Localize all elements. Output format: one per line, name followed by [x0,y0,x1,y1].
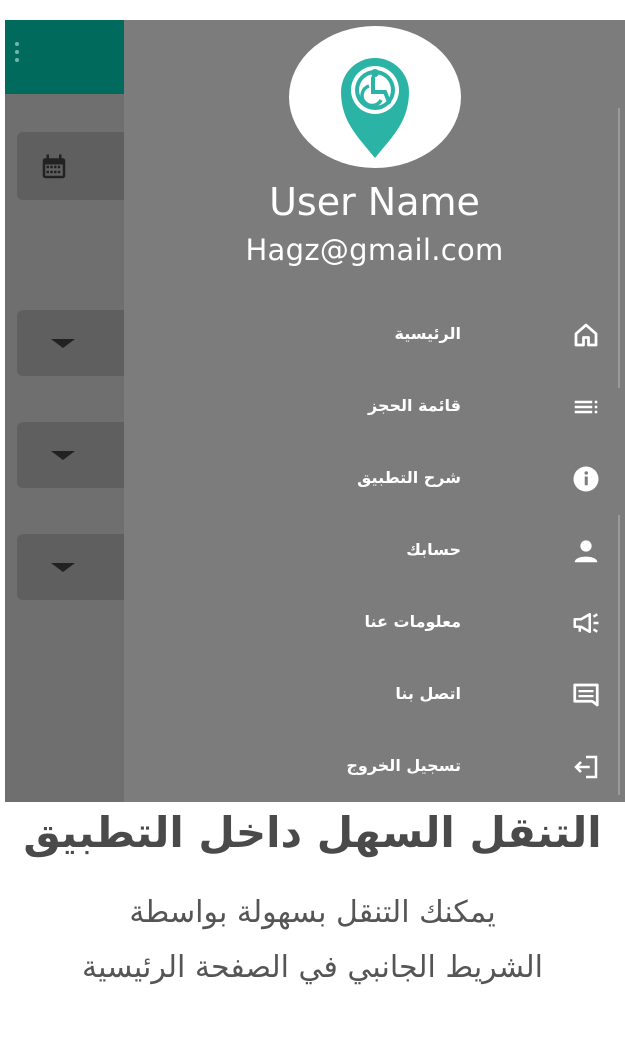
navigation-drawer: User Name Hagz@gmail.com الرئيسية قائمة … [124,20,625,802]
menu-item-home[interactable]: الرئيسية [124,306,625,366]
menu-item-label: قائمة الحجز [368,396,461,415]
screen-edge-divider [618,515,620,795]
menu-item-logout[interactable]: تسجيل الخروج [124,738,625,798]
phone-screen: User Name Hagz@gmail.com الرئيسية قائمة … [5,20,625,802]
menu-item-label: الرئيسية [394,324,462,343]
menu-item-about[interactable]: معلومات عنا [124,594,625,654]
caption-line-1: يمكنك التنقل بسهولة بواسطة [129,895,496,930]
caret-down-icon [51,451,75,460]
user-name: User Name [269,180,480,224]
message-icon [569,680,603,710]
caption-title: التنقل السهل داخل التطبيق [23,808,602,857]
caption-line-2: الشريط الجانبي في الصفحة الرئيسية [82,950,543,985]
list-icon [569,392,603,422]
calendar-icon [39,152,69,182]
wheelchair-location-pin-icon [341,58,409,158]
info-icon [569,464,603,494]
menu-item-app-guide[interactable]: شرح التطبيق [124,450,625,510]
menu-item-label: اتصل بنا [395,684,461,703]
menu-item-contact[interactable]: اتصل بنا [124,666,625,726]
caret-down-icon [51,563,75,572]
app-logo [289,26,461,168]
megaphone-icon [569,608,603,638]
menu-item-booking-list[interactable]: قائمة الحجز [124,378,625,438]
menu-item-account[interactable]: حسابك [124,522,625,582]
home-icon [569,320,603,350]
more-vertical-icon[interactable] [15,42,21,66]
menu-item-label: حسابك [406,540,461,559]
person-icon [569,536,603,566]
logout-icon [569,752,603,782]
user-email: Hagz@gmail.com [245,233,504,267]
screen-edge-divider [618,108,620,388]
menu-item-label: معلومات عنا [364,612,461,631]
menu-item-label: شرح التطبيق [357,468,461,487]
menu-item-label: تسجيل الخروج [346,756,461,775]
caret-down-icon [51,339,75,348]
